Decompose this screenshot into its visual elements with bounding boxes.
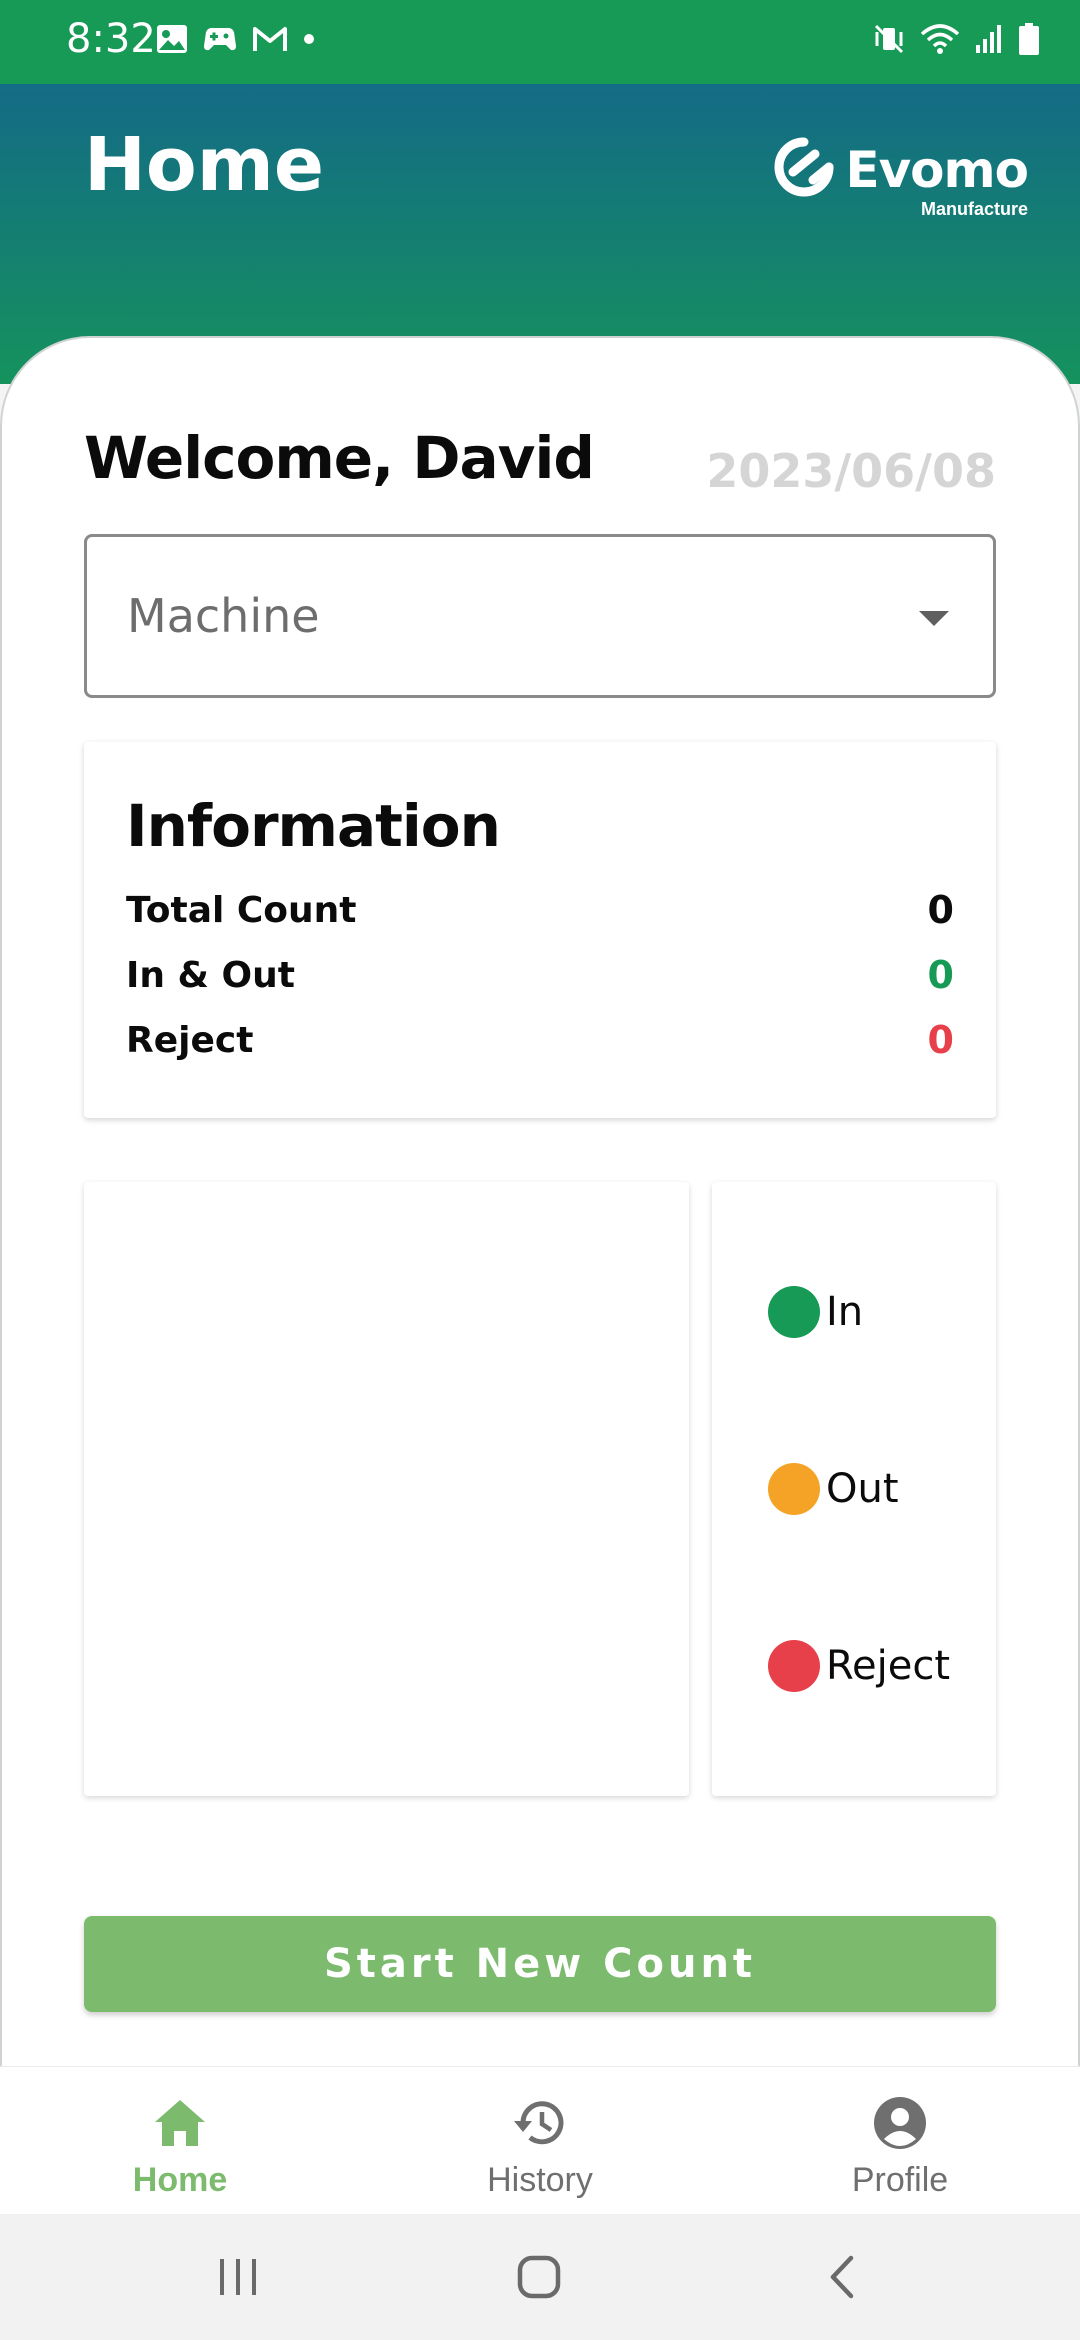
back-icon[interactable] [797,2244,887,2310]
bottom-navigation: Home History Profile [0,2066,1080,2215]
information-title: Information [126,792,501,860]
chart-legend: In Out Reject [712,1182,996,1796]
info-value: 0 [927,888,954,932]
information-card: Information Total Count 0 In & Out 0 Rej… [84,742,996,1118]
status-notification-icons [156,24,316,59]
legend-item-in: In [768,1284,863,1340]
info-value: 0 [927,1018,954,1062]
nav-history-label: History [487,2161,593,2199]
info-row-reject: Reject 0 [126,1010,954,1070]
status-bar: 8:32 [0,0,1080,84]
info-label: In & Out [126,954,295,996]
machine-dropdown[interactable]: Machine [84,534,996,698]
battery-icon [1018,22,1040,61]
logo-text: Evomo [845,140,1029,199]
evomo-logo-icon [773,136,835,203]
nav-home-label: Home [132,2161,228,2199]
nav-home[interactable]: Home [0,2067,360,2215]
welcome-greeting: Welcome, David [84,424,595,492]
legend-label: In [826,1289,864,1335]
nav-history[interactable]: History [360,2067,720,2215]
image-icon [156,24,188,59]
info-label: Reject [126,1019,254,1061]
chevron-down-icon [919,611,949,632]
nav-profile-label: Profile [851,2161,949,2199]
chart-area [84,1182,689,1796]
game-controller-icon [202,24,238,59]
logo-subtext: Manufacture [920,199,1028,219]
legend-dot-reject [768,1640,820,1692]
vibrate-mute-icon [872,22,906,61]
signal-icon [974,23,1004,60]
system-navigation-bar [0,2214,1080,2340]
legend-dot-in [768,1286,820,1338]
history-icon [511,2093,569,2153]
status-time: 8:32 [66,16,156,62]
legend-dot-out [768,1463,820,1515]
home-icon [153,2093,207,2153]
profile-icon [872,2093,928,2153]
info-label: Total Count [126,889,357,931]
legend-label: Out [826,1466,899,1512]
info-row-in-out: In & Out 0 [126,945,954,1005]
status-system-icons [872,22,1040,61]
legend-item-out: Out [768,1461,899,1517]
current-date: 2023/06/08 [706,444,996,498]
machine-dropdown-placeholder: Machine [127,589,320,643]
evomo-logo: Evomo Manufacture [773,136,1029,220]
recents-icon[interactable] [193,2244,283,2310]
home-circle-icon[interactable] [495,2244,585,2310]
start-new-count-button[interactable]: Start New Count [84,1916,996,2012]
gmail-icon [252,25,288,58]
page-title: Home [84,122,325,208]
info-value: 0 [927,953,954,997]
legend-item-reject: Reject [768,1638,950,1694]
info-row-total-count: Total Count 0 [126,880,954,940]
dot-icon [302,32,316,51]
nav-profile[interactable]: Profile [720,2067,1080,2215]
legend-label: Reject [826,1643,951,1689]
wifi-icon [920,22,960,61]
